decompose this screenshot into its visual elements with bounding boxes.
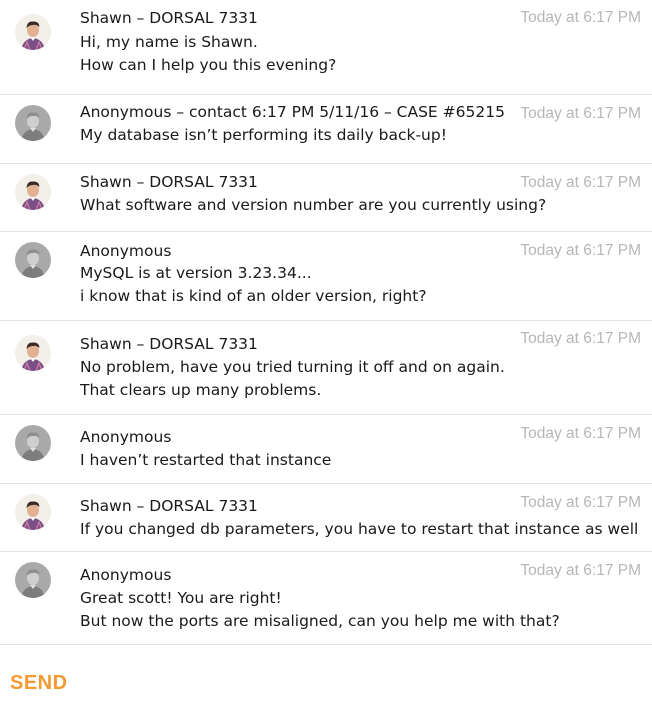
message-body: If you changed db parameters, you have t… [80, 518, 638, 541]
message-body: Hi, my name is Shawn. How can I help you… [80, 31, 336, 77]
message-line: i know that is kind of an older version,… [80, 287, 427, 305]
agent-avatar [15, 14, 51, 50]
anonymous-avatar-icon [15, 425, 51, 461]
anonymous-avatar [15, 105, 51, 141]
message-timestamp: Today at 6:17 PM [520, 494, 641, 511]
anonymous-avatar [15, 562, 51, 598]
message-body: Great scott! You are right! But now the … [80, 587, 560, 633]
message-timestamp: Today at 6:17 PM [520, 330, 641, 347]
agent-avatar [15, 174, 51, 210]
message-body: MySQL is at version 3.23.34... i know th… [80, 262, 427, 308]
anonymous-avatar [15, 242, 51, 278]
message-item: Anonymous Today at 6:17 PM MySQL is at v… [0, 232, 652, 321]
message-timestamp: Today at 6:17 PM [520, 174, 641, 191]
message-line: That clears up many problems. [80, 381, 322, 399]
send-button[interactable]: SEND [10, 672, 68, 695]
message-sender: Anonymous [80, 428, 172, 446]
message-line: My database isn’t performing its daily b… [80, 126, 447, 144]
message-item: Anonymous – contact 6:17 PM 5/11/16 – CA… [0, 95, 652, 164]
message-item: Shawn – DORSAL 7331 Today at 6:17 PM No … [0, 321, 652, 415]
message-timestamp: Today at 6:17 PM [520, 9, 641, 26]
message-line: If you changed db parameters, you have t… [80, 520, 639, 538]
agent-avatar-icon [15, 174, 51, 210]
message-item: Anonymous Today at 6:17 PM I haven’t res… [0, 415, 652, 484]
message-sender: Shawn – DORSAL 7331 [80, 335, 258, 353]
agent-avatar-icon [15, 335, 51, 371]
message-timestamp: Today at 6:17 PM [520, 242, 641, 259]
message-item: Shawn – DORSAL 7331 Today at 6:17 PM If … [0, 484, 652, 552]
message-body: I haven’t restarted that instance [80, 449, 331, 472]
message-timestamp: Today at 6:17 PM [520, 105, 641, 122]
anonymous-avatar-icon [15, 105, 51, 141]
message-line: I haven’t restarted that instance [80, 451, 332, 469]
agent-avatar-icon [15, 494, 51, 530]
message-item: Anonymous Today at 6:17 PM Great scott! … [0, 552, 652, 645]
message-sender: Anonymous – contact 6:17 PM 5/11/16 – CA… [80, 103, 505, 121]
anonymous-avatar-icon [15, 562, 51, 598]
message-timestamp: Today at 6:17 PM [520, 562, 641, 579]
agent-avatar [15, 335, 51, 371]
message-thread: Shawn – DORSAL 7331 Today at 6:17 PM Hi,… [0, 0, 652, 645]
anonymous-avatar [15, 425, 51, 461]
message-line: No problem, have you tried turning it of… [80, 358, 505, 376]
message-timestamp: Today at 6:17 PM [520, 425, 641, 442]
message-sender: Shawn – DORSAL 7331 [80, 497, 258, 515]
message-sender: Shawn – DORSAL 7331 [80, 9, 258, 27]
message-body: No problem, have you tried turning it of… [80, 356, 505, 402]
message-line: What software and version number are you… [80, 196, 547, 214]
agent-avatar-icon [15, 14, 51, 50]
message-sender: Anonymous [80, 566, 172, 584]
agent-avatar [15, 494, 51, 530]
message-line: Great scott! You are right! [80, 589, 282, 607]
message-line: How can I help you this evening? [80, 56, 337, 74]
message-line: MySQL is at version 3.23.34... [80, 264, 312, 282]
message-line: But now the ports are misaligned, can yo… [80, 612, 560, 630]
message-sender: Shawn – DORSAL 7331 [80, 173, 258, 191]
message-item: Shawn – DORSAL 7331 Today at 6:17 PM Wha… [0, 164, 652, 232]
message-sender: Anonymous [80, 242, 172, 260]
message-body: My database isn’t performing its daily b… [80, 124, 447, 147]
message-item: Shawn – DORSAL 7331 Today at 6:17 PM Hi,… [0, 0, 652, 95]
anonymous-avatar-icon [15, 242, 51, 278]
message-body: What software and version number are you… [80, 194, 546, 217]
message-line: Hi, my name is Shawn. [80, 33, 258, 51]
